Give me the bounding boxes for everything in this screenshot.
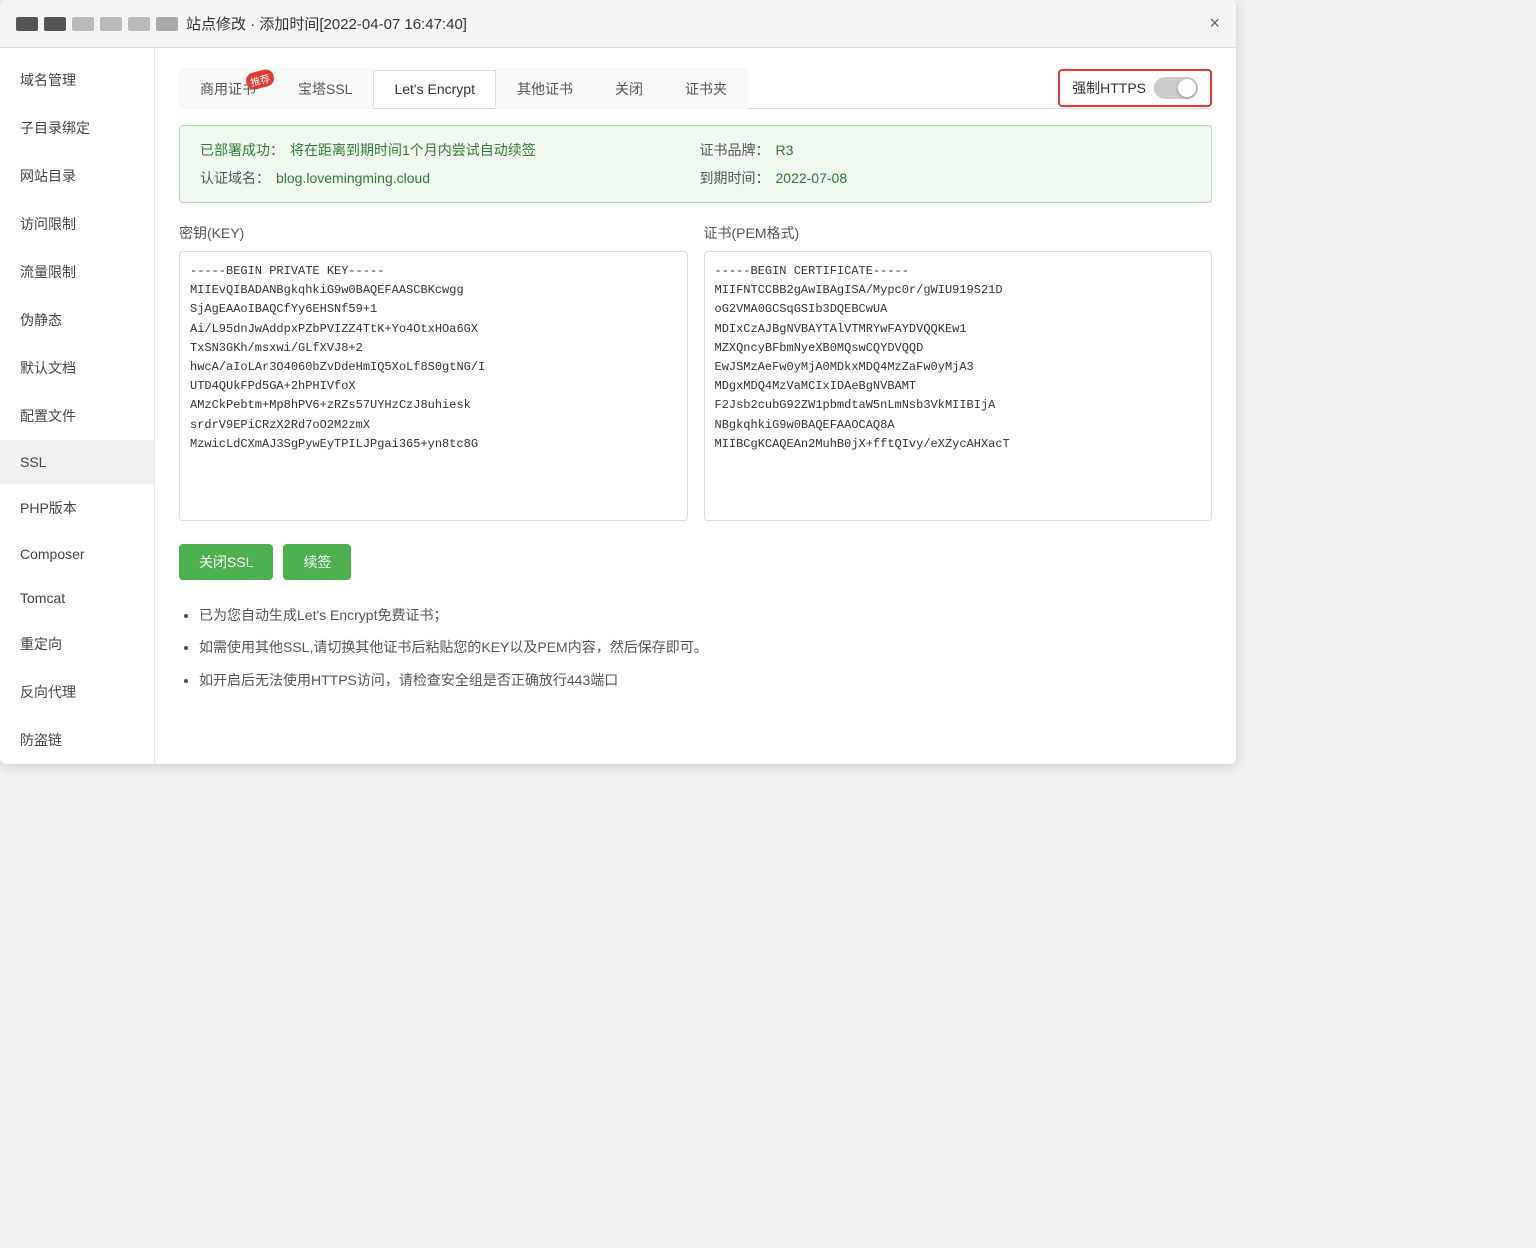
cert-textarea[interactable] [704,251,1213,521]
banner-brand-row: 证书品牌： R3 [700,140,1192,160]
content-area: 域名管理 子目录绑定 网站目录 访问限制 流量限制 伪静态 默认文档 配置文件 … [0,48,1236,764]
sidebar-item-redirect[interactable]: 重定向 [0,620,154,668]
sidebar-item-webdir[interactable]: 网站目录 [0,152,154,200]
dot-1 [16,17,38,31]
sidebar-item-pseudo[interactable]: 伪静态 [0,296,154,344]
banner-expiry-label: 到期时间： [700,168,770,188]
renew-button[interactable]: 续签 [283,544,351,580]
sidebar-item-composer[interactable]: Composer [0,532,154,576]
tab-letsencrypt[interactable]: Let's Encrypt [373,70,496,107]
banner-domain-row: 认证域名： blog.lovemingming.cloud [200,168,692,188]
banner-domain-value: blog.lovemingming.cloud [276,170,430,186]
sidebar-item-ssl[interactable]: SSL [0,440,154,484]
tab-commercial-badge: 推荐 [244,68,275,92]
keys-section: 密钥(KEY) 证书(PEM格式) [179,223,1212,524]
https-toggle-label: 强制HTTPS [1072,78,1146,98]
banner-success-text: 已部署成功： [200,140,284,160]
note-item-1: 已为您自动生成Let's Encrypt免费证书； [199,604,1212,626]
sidebar-item-tomcat[interactable]: Tomcat [0,576,154,620]
tab-close[interactable]: 关闭 [594,68,664,109]
sidebar-item-access[interactable]: 访问限制 [0,200,154,248]
sidebar-item-subdir[interactable]: 子目录绑定 [0,104,154,152]
sidebar-item-default[interactable]: 默认文档 [0,344,154,392]
banner-expiry-value: 2022-07-08 [776,170,848,186]
cert-title: 证书(PEM格式) [704,223,1213,243]
private-key-textarea[interactable] [179,251,688,521]
dot-5 [128,17,150,31]
banner-brand-value: R3 [776,142,794,158]
dot-6 [156,17,178,31]
banner-brand-label: 证书品牌： [700,140,770,160]
title-separator: · [250,16,259,33]
tab-certfolder[interactable]: 证书夹 [664,68,748,109]
title-subtitle: 添加时间[2022-04-07 16:47:40] [259,16,467,33]
dot-3 [72,17,94,31]
window-title: 站点修改 · 添加时间[2022-04-07 16:47:40] [186,13,1201,34]
private-key-block: 密钥(KEY) [179,223,688,524]
tab-other[interactable]: 其他证书 [496,68,594,109]
close-ssl-button[interactable]: 关闭SSL [179,544,273,580]
titlebar: 站点修改 · 添加时间[2022-04-07 16:47:40] × [0,0,1236,48]
action-buttons: 关闭SSL 续签 [179,544,1212,580]
sidebar-item-antichain[interactable]: 防盗链 [0,716,154,764]
sidebar-item-config[interactable]: 配置文件 [0,392,154,440]
titlebar-decorations [16,17,178,31]
private-key-title: 密钥(KEY) [179,223,688,243]
banner-success-row: 已部署成功： 将在距离到期时间1个月内尝试自动续签 [200,140,692,160]
main-panel: 商用证书 推荐 宝塔SSL Let's Encrypt 其他证书 关闭 证书夹 … [155,48,1236,764]
sidebar-item-traffic[interactable]: 流量限制 [0,248,154,296]
tab-commercial[interactable]: 商用证书 推荐 [179,68,277,109]
close-button[interactable]: × [1209,13,1220,34]
notes-list: 已为您自动生成Let's Encrypt免费证书； 如需使用其他SSL,请切换其… [179,604,1212,691]
dot-4 [100,17,122,31]
https-toggle-container: 强制HTTPS [1058,69,1212,107]
banner-domain-label: 认证域名： [200,168,270,188]
title-text: 站点修改 [186,16,246,33]
dot-2 [44,17,66,31]
sidebar-item-php[interactable]: PHP版本 [0,484,154,532]
cert-block: 证书(PEM格式) [704,223,1213,524]
note-item-2: 如需使用其他SSL,请切换其他证书后粘贴您的KEY以及PEM内容，然后保存即可。 [199,636,1212,658]
banner-success-detail: 将在距离到期时间1个月内尝试自动续签 [290,140,536,160]
note-item-3: 如开启后无法使用HTTPS访问，请检查安全组是否正确放行443端口 [199,669,1212,691]
success-banner: 已部署成功： 将在距离到期时间1个月内尝试自动续签 证书品牌： R3 认证域名：… [179,125,1212,203]
https-toggle-switch[interactable] [1154,77,1198,99]
sidebar-item-domain[interactable]: 域名管理 [0,56,154,104]
banner-expiry-row: 到期时间： 2022-07-08 [700,168,1192,188]
tab-baota[interactable]: 宝塔SSL [277,68,373,109]
tabs-row: 商用证书 推荐 宝塔SSL Let's Encrypt 其他证书 关闭 证书夹 … [179,68,1212,109]
sidebar: 域名管理 子目录绑定 网站目录 访问限制 流量限制 伪静态 默认文档 配置文件 … [0,48,155,764]
sidebar-item-proxy[interactable]: 反向代理 [0,668,154,716]
toggle-knob [1178,79,1196,97]
